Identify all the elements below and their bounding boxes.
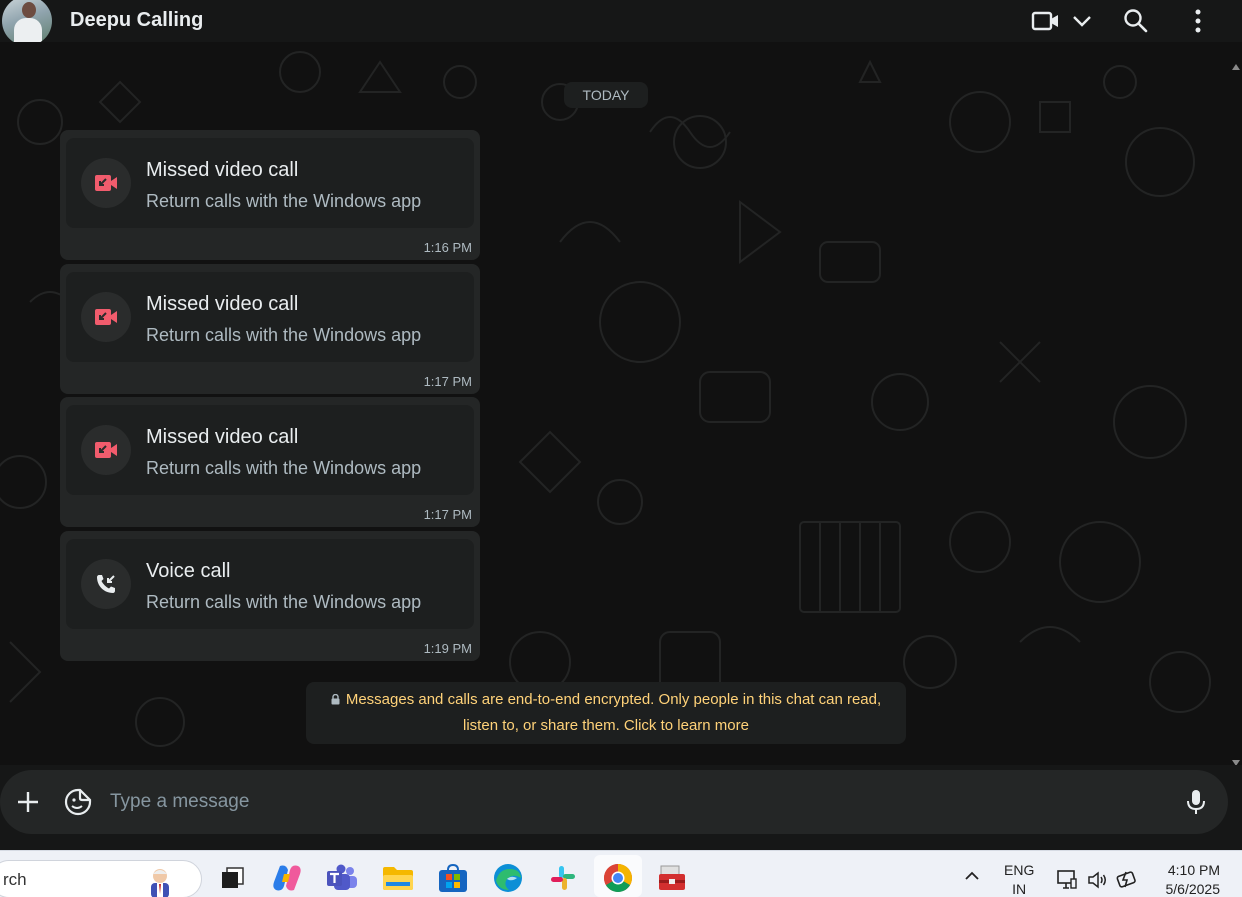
slack-icon [551, 866, 575, 890]
date-separator: TODAY [564, 82, 648, 108]
search-icon [1124, 9, 1148, 33]
lock-icon [331, 694, 340, 705]
language-region: IN [1012, 881, 1027, 897]
chevron-up-icon[interactable] [964, 871, 980, 881]
chrome-icon [604, 864, 632, 892]
language-indicator[interactable]: ENG IN [1004, 861, 1034, 897]
taskbar-task-view[interactable] [216, 862, 248, 894]
call-subtitle: Return calls with the Windows app [146, 592, 422, 612]
battery-charging-icon[interactable] [1116, 868, 1140, 890]
call-message[interactable]: Voice call Return calls with the Windows… [60, 531, 480, 661]
taskbar-search[interactable]: rch [0, 860, 202, 897]
system-clock[interactable]: 4:10 PM 5/6/2025 [1154, 861, 1221, 897]
edge-icon [494, 864, 522, 892]
message-time: 1:17 PM [423, 374, 472, 389]
search-button[interactable] [1120, 6, 1152, 36]
chevron-down-icon [1073, 16, 1091, 27]
task-view-icon [222, 867, 244, 888]
call-card[interactable]: Missed video call Return calls with the … [66, 138, 474, 228]
sticker-emoji-icon [64, 788, 92, 816]
call-subtitle: Return calls with the Windows app [146, 458, 422, 478]
copilot-icon [273, 865, 301, 891]
taskbar-copilot[interactable] [271, 862, 303, 894]
encryption-notice[interactable]: Messages and calls are end-to-end encryp… [306, 682, 906, 744]
call-title: Missed video call [146, 159, 299, 181]
windows-taskbar: rch ENG IN 4:10 PM 5/6/2025 [0, 850, 1242, 897]
taskbar-search-text: rch [3, 870, 27, 889]
language-code: ENG [1004, 862, 1035, 878]
message-composer [0, 770, 1228, 834]
teams-icon [327, 864, 357, 890]
chat-header: Deepu Calling [0, 0, 1242, 46]
more-options-button[interactable] [1184, 6, 1212, 36]
message-time: 1:17 PM [423, 507, 472, 522]
taskbar-slack[interactable] [547, 862, 579, 894]
toolbox-icon [659, 865, 685, 890]
attach-button[interactable] [12, 786, 44, 818]
call-subtitle: Return calls with the Windows app [146, 325, 422, 345]
plus-icon [18, 792, 38, 812]
taskbar-file-explorer[interactable] [382, 862, 414, 894]
microphone-icon [1187, 790, 1205, 814]
chat-area[interactable]: TODAY Missed video call Return calls wit… [0, 42, 1242, 765]
sticker-button[interactable] [62, 786, 94, 818]
call-message[interactable]: Missed video call Return calls with the … [60, 397, 480, 527]
message-input[interactable] [110, 786, 1150, 818]
call-message[interactable]: Missed video call Return calls with the … [60, 264, 480, 394]
folder-icon [383, 867, 413, 890]
clock-date: 5/6/2025 [1165, 881, 1221, 897]
taskbar-toolbox-app[interactable] [656, 862, 688, 894]
call-card[interactable]: Missed video call Return calls with the … [66, 272, 474, 362]
network-icon[interactable] [1056, 869, 1078, 891]
taskbar-teams[interactable] [326, 862, 358, 894]
kebab-menu-icon [1195, 9, 1201, 33]
taskbar-microsoft-store[interactable] [437, 862, 469, 894]
contact-avatar[interactable] [2, 0, 52, 46]
call-card[interactable]: Missed video call Return calls with the … [66, 405, 474, 495]
missed-video-call-icon [81, 158, 131, 208]
taskbar-edge[interactable] [492, 862, 524, 894]
message-time: 1:16 PM [423, 240, 472, 255]
call-subtitle: Return calls with the Windows app [146, 191, 422, 211]
taskbar-chrome[interactable] [602, 862, 634, 894]
contact-name[interactable]: Deepu Calling [70, 9, 203, 32]
video-camera-icon [1031, 11, 1058, 31]
call-title: Missed video call [146, 426, 299, 448]
incoming-voice-call-icon [81, 559, 131, 609]
clock-time: 4:10 PM [1167, 862, 1220, 878]
voice-message-button[interactable] [1180, 786, 1212, 818]
video-call-button[interactable] [1030, 6, 1094, 36]
missed-video-call-icon [81, 425, 131, 475]
scroll-up-arrow[interactable] [1232, 64, 1240, 70]
missed-video-call-icon [81, 292, 131, 342]
message-time: 1:19 PM [423, 641, 472, 656]
call-message[interactable]: Missed video call Return calls with the … [60, 130, 480, 260]
encryption-notice-line2: listen to, or share them. Click to learn… [463, 717, 749, 734]
search-highlight-image [151, 869, 169, 897]
call-title: Missed video call [146, 293, 299, 315]
call-title: Voice call [146, 560, 231, 582]
volume-icon[interactable] [1087, 870, 1109, 890]
encryption-notice-line1: Messages and calls are end-to-end encryp… [345, 691, 882, 708]
store-icon [439, 863, 467, 892]
call-card[interactable]: Voice call Return calls with the Windows… [66, 539, 474, 629]
